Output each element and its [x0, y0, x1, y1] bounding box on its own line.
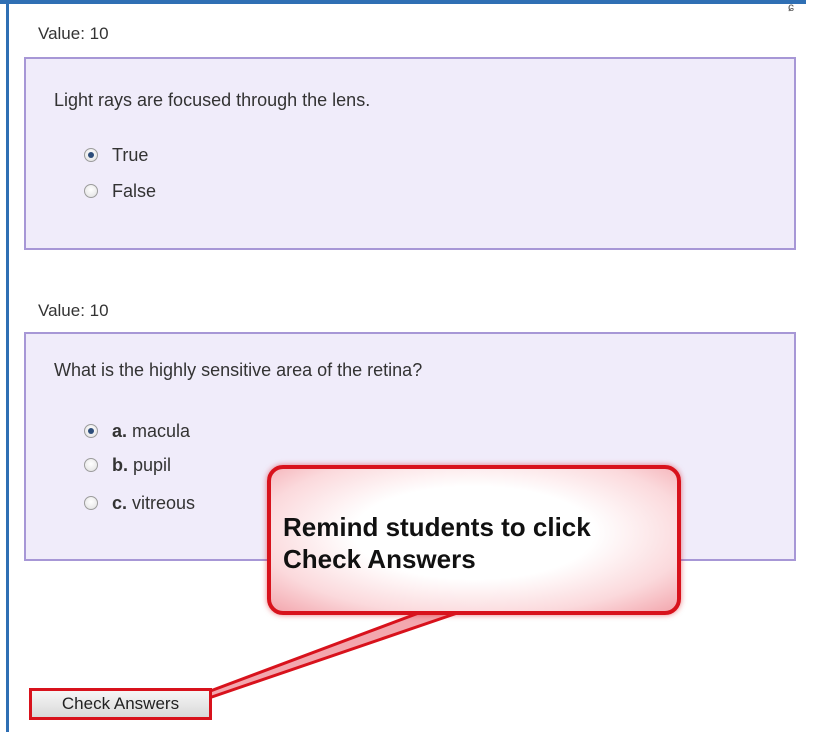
option-label: vitreous [132, 492, 196, 513]
radio-icon[interactable] [84, 458, 98, 472]
option-label: macula [132, 420, 191, 441]
question-1-option-false[interactable]: False [84, 178, 156, 204]
question-1-option-true[interactable]: True [84, 142, 148, 168]
question-1-text: Light rays are focused through the lens. [54, 90, 371, 110]
corner-mark: ɕ [788, 0, 794, 14]
radio-icon[interactable] [84, 184, 98, 198]
option-letter: c. [112, 492, 128, 513]
question-2-option-c[interactable]: c. vitreous [84, 490, 195, 516]
reminder-callout: Remind students to click Check Answers [267, 465, 681, 615]
check-answers-button[interactable]: Check Answers [29, 688, 212, 720]
question-2-value: Value: 10 [38, 301, 109, 320]
radio-icon[interactable] [84, 496, 98, 510]
frame-left-border [6, 4, 9, 732]
radio-selected-icon[interactable] [84, 424, 98, 438]
option-letter: b. [112, 454, 128, 475]
radio-selected-icon[interactable] [84, 148, 98, 162]
option-label: True [112, 144, 149, 165]
option-label: pupil [133, 454, 172, 475]
option-letter: a. [112, 420, 128, 441]
callout-text: Remind students to click Check Answers [283, 512, 591, 574]
question-1-value: Value: 10 [38, 24, 109, 43]
question-2-option-b[interactable]: b. pupil [84, 452, 171, 478]
frame-top-border [0, 0, 806, 4]
question-2-text: What is the highly sensitive area of the… [54, 360, 423, 380]
question-1-box: Light rays are focused through the lens.… [24, 57, 796, 250]
question-2-option-a[interactable]: a. macula [84, 418, 190, 444]
option-label: False [112, 180, 157, 201]
